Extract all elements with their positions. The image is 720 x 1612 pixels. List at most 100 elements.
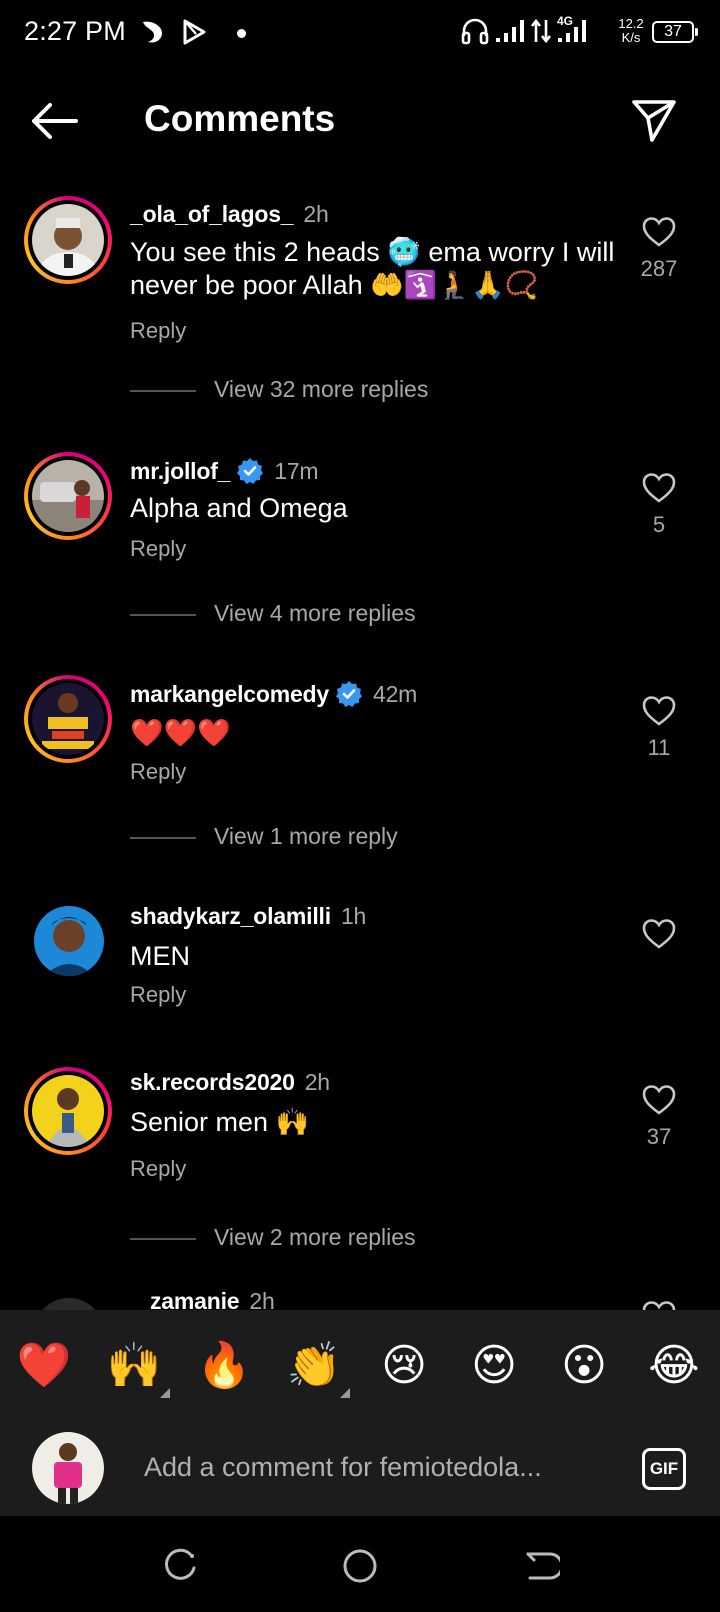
avatar xyxy=(32,1075,104,1147)
comment-username[interactable]: sk.records2020 xyxy=(130,1069,295,1095)
emoji-laughing-button[interactable]: 😂 xyxy=(646,1338,702,1394)
heart-icon[interactable] xyxy=(642,1300,676,1310)
reply-button[interactable]: Reply xyxy=(130,1156,186,1182)
emoji-heart-button[interactable]: ❤️ xyxy=(16,1338,72,1394)
battery-indicator: 37 xyxy=(652,21,698,43)
emoji-crying-button[interactable]: 😢 xyxy=(376,1338,432,1394)
reply-button[interactable]: Reply xyxy=(130,982,186,1008)
avatar-story-ring[interactable] xyxy=(24,452,112,540)
reply-button[interactable]: Reply xyxy=(130,536,186,562)
comment-username-line[interactable]: sk.records2020 2h xyxy=(130,1069,330,1096)
comment-time: 2h xyxy=(304,1069,330,1095)
status-time: 2:27 PM xyxy=(24,16,126,46)
view-replies-label[interactable]: View 2 more replies xyxy=(214,1224,416,1251)
like-button[interactable] xyxy=(636,918,682,950)
like-count: 37 xyxy=(646,1124,672,1149)
comment-time: 2h xyxy=(249,1288,275,1310)
more-notifications-dot xyxy=(237,29,246,38)
back-nav-icon[interactable] xyxy=(520,1546,560,1586)
like-count: 11 xyxy=(647,735,671,760)
view-replies-button[interactable]: View 32 more replies xyxy=(130,376,490,406)
avatar-story-ring[interactable] xyxy=(24,196,112,284)
comment-username-line[interactable]: _ola_of_lagos_ 2h xyxy=(130,201,329,228)
comment-text: ❤️❤️❤️ xyxy=(130,718,231,748)
comment-username-line[interactable]: markangelcomedy 42m xyxy=(130,680,417,708)
avatar-story-ring[interactable] xyxy=(24,1067,112,1155)
like-button[interactable]: 287 xyxy=(636,216,682,282)
view-replies-button[interactable]: View 2 more replies xyxy=(130,1224,470,1254)
heart-icon[interactable] xyxy=(642,918,676,950)
emoji-surprised-button[interactable]: 😮 xyxy=(556,1338,612,1394)
avatar-story-ring[interactable] xyxy=(24,675,112,763)
headphones-icon xyxy=(461,18,489,45)
comment-username[interactable]: zamanie xyxy=(150,1288,240,1310)
comment-text: MEN xyxy=(130,941,190,971)
avatar[interactable] xyxy=(34,1298,104,1310)
comment-username-line[interactable]: mr.jollof_ 17m xyxy=(130,457,319,485)
comment-username[interactable]: _ola_of_lagos_ xyxy=(130,201,294,227)
comment-username-line[interactable]: shadykarz_olamilli 1h xyxy=(130,903,366,930)
comment-time: 17m xyxy=(274,458,319,484)
view-replies-label[interactable]: View 4 more replies xyxy=(214,600,416,627)
page-title: Comments xyxy=(144,98,336,139)
comment-item-partial: zamanie 2h xyxy=(0,1286,720,1310)
heart-icon[interactable] xyxy=(642,472,676,504)
play-store-icon xyxy=(183,19,206,45)
avatar[interactable] xyxy=(34,906,104,976)
app-notification-icon xyxy=(143,21,162,43)
home-icon[interactable] xyxy=(340,1546,380,1586)
comment-username[interactable]: shadykarz_olamilli xyxy=(130,903,331,929)
view-replies-button[interactable]: View 1 more reply xyxy=(130,823,450,853)
divider-line xyxy=(130,837,196,839)
heart-icon[interactable] xyxy=(642,1084,676,1116)
recent-apps-icon[interactable] xyxy=(160,1546,200,1586)
comment-input[interactable] xyxy=(144,1449,584,1485)
heart-icon[interactable] xyxy=(642,695,676,727)
like-button[interactable]: 37 xyxy=(636,1084,682,1150)
emoji-fire-button[interactable]: 🔥 xyxy=(196,1338,252,1394)
emoji-raised-hands-button[interactable]: 🙌 xyxy=(106,1338,162,1394)
comment-text: You see this 2 heads 🥶 ema worry I will … xyxy=(130,237,615,300)
data-transfer-icon xyxy=(530,18,552,44)
comment-username[interactable]: markangelcomedy xyxy=(130,681,329,707)
network-speed-unit: K/s xyxy=(621,30,641,45)
emoji-heart-eyes-button[interactable]: 😍 xyxy=(466,1338,522,1394)
signal-strength-icon-2 xyxy=(558,20,586,42)
quick-emoji-bar: ❤️ 🙌 🔥 👏 😢 😍 😮 😂 xyxy=(0,1310,720,1416)
avatar xyxy=(32,204,104,276)
system-nav-bar xyxy=(0,1516,720,1612)
reply-button[interactable]: Reply xyxy=(130,318,186,344)
heart-icon[interactable] xyxy=(642,216,676,248)
comment-username[interactable]: mr.jollof_ xyxy=(130,458,230,484)
like-count: 287 xyxy=(640,256,678,281)
view-replies-button[interactable]: View 4 more replies xyxy=(130,600,470,630)
gif-button[interactable]: GIF xyxy=(642,1448,686,1490)
like-button[interactable]: 5 xyxy=(636,472,682,538)
verified-badge-icon xyxy=(237,458,264,484)
divider-line xyxy=(130,390,196,392)
like-button[interactable]: 11 xyxy=(636,695,682,761)
comment-time: 1h xyxy=(340,903,367,929)
comment-text: Alpha and Omega xyxy=(130,493,348,523)
emoji-clap-button[interactable]: 👏 xyxy=(286,1338,342,1394)
view-replies-label[interactable]: View 32 more replies xyxy=(214,376,428,403)
verified-badge-icon xyxy=(335,681,362,707)
comment-time: 42m xyxy=(372,681,418,707)
comment-time: 2h xyxy=(303,201,329,227)
network-speed-value: 12.2 xyxy=(618,16,644,31)
avatar xyxy=(32,460,104,532)
skin-tone-indicator xyxy=(160,1388,170,1398)
network-speed: 12.2 K/s xyxy=(614,17,648,45)
back-arrow-icon[interactable] xyxy=(28,100,80,142)
avatar xyxy=(32,683,104,755)
comment-username-line[interactable]: zamanie 2h xyxy=(150,1288,275,1310)
my-avatar xyxy=(32,1432,104,1504)
share-send-icon[interactable] xyxy=(630,96,678,144)
divider-line xyxy=(130,614,196,616)
view-replies-label[interactable]: View 1 more reply xyxy=(214,823,398,850)
header: Comments xyxy=(0,80,720,160)
reply-button[interactable]: Reply xyxy=(130,759,186,785)
status-bar: 2:27 PM 4G 12.2 K/s 37 xyxy=(0,0,720,66)
like-count: 5 xyxy=(652,512,666,537)
skin-tone-indicator xyxy=(340,1388,350,1398)
